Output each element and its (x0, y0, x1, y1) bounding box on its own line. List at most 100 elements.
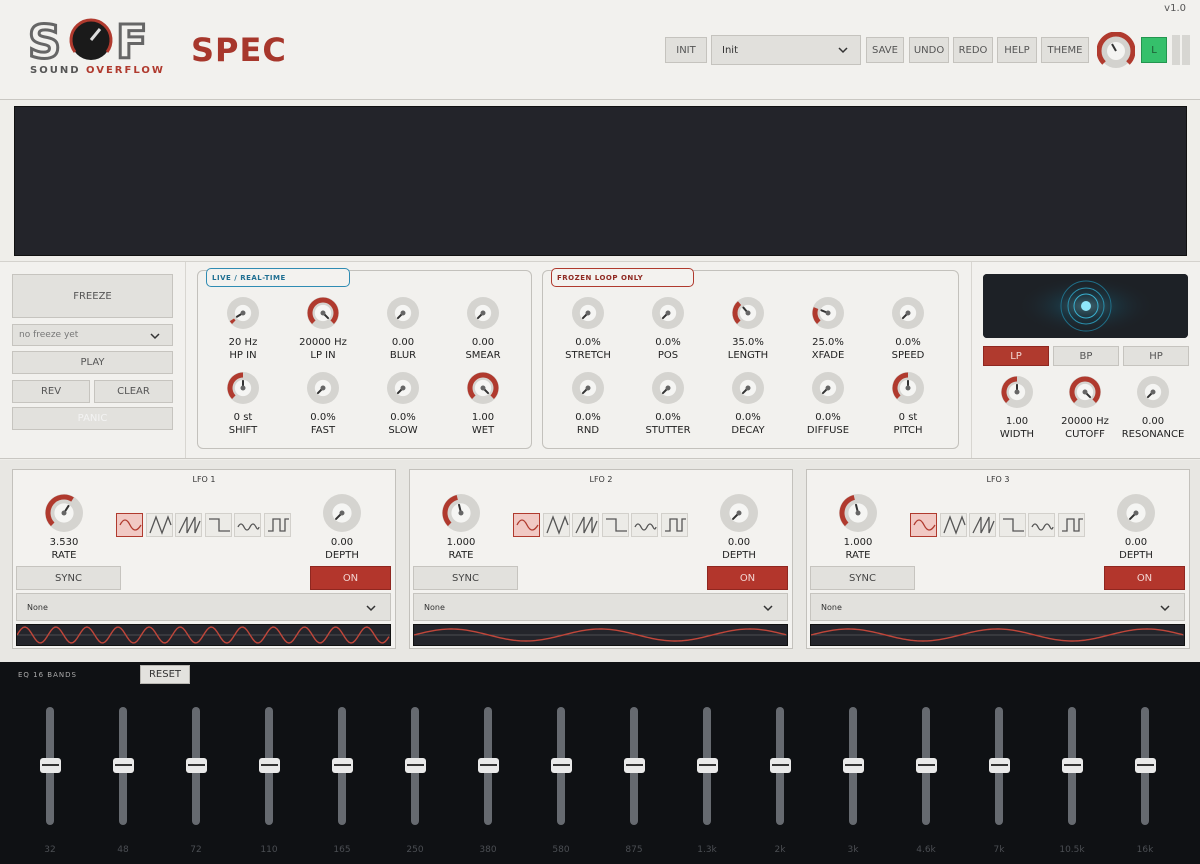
lfo-wave-button[interactable] (263, 513, 291, 537)
panic-button[interactable]: PANIC (12, 407, 173, 430)
lfo-target-select[interactable]: None (810, 593, 1185, 621)
lfo-wave-button[interactable] (175, 513, 202, 537)
level-meter-left (1172, 35, 1180, 65)
stutter-knob[interactable] (651, 371, 685, 405)
resonance-knob[interactable] (1136, 375, 1170, 409)
lfo-wave-button[interactable] (234, 513, 261, 537)
diffuse-knob[interactable] (811, 371, 845, 405)
lfo-on-button[interactable]: ON (707, 566, 788, 590)
eq-band-label: 3k (847, 845, 859, 855)
eq-slider-thumb[interactable] (404, 758, 426, 773)
l-toggle-button[interactable]: L (1141, 37, 1167, 63)
eq-slider-thumb[interactable] (1134, 758, 1156, 773)
filter-mode-bp[interactable]: BP (1053, 346, 1119, 366)
length-knob[interactable] (731, 296, 765, 330)
eq-slider-thumb[interactable] (988, 758, 1010, 773)
freeze-select[interactable]: no freeze yet (12, 324, 173, 346)
rnd-knob[interactable] (571, 371, 605, 405)
save-button[interactable]: SAVE (866, 37, 904, 63)
lfo-wave-button[interactable] (513, 513, 540, 537)
eq-slider-thumb[interactable] (623, 758, 645, 773)
lfo-wave-button[interactable] (998, 513, 1026, 537)
eq-slider-thumb[interactable] (331, 758, 353, 773)
filter-mode-lp[interactable]: LP (983, 346, 1049, 366)
triangle-wave-icon (545, 515, 569, 535)
pos-knob[interactable] (651, 296, 685, 330)
width-knob[interactable] (1000, 375, 1034, 409)
slow-knob[interactable] (386, 371, 420, 405)
eq-slider-thumb[interactable] (185, 758, 207, 773)
lfo-wave-button[interactable] (1028, 513, 1055, 537)
filter-mode-hp[interactable]: HP (1123, 346, 1189, 366)
lfo-wave-button[interactable] (572, 513, 599, 537)
lfo-depth-knob[interactable] (1116, 493, 1156, 533)
lfo-waveform-display (16, 624, 391, 646)
lfo-wave-button[interactable] (204, 513, 232, 537)
init-button[interactable]: INIT (665, 37, 707, 63)
shift-knob[interactable] (226, 371, 260, 405)
help-button[interactable]: HELP (997, 37, 1037, 63)
eq-slider-thumb[interactable] (769, 758, 791, 773)
eq-slider-thumb[interactable] (696, 758, 718, 773)
eq-slider-thumb[interactable] (258, 758, 280, 773)
length-control: 35.0% LENGTH (708, 296, 788, 363)
lfo-sync-button[interactable]: SYNC (16, 566, 121, 590)
cutoff-knob[interactable] (1068, 375, 1102, 409)
lfo-wave-button[interactable] (145, 513, 173, 537)
blur-knob[interactable] (386, 296, 420, 330)
eq-slider-thumb[interactable] (842, 758, 864, 773)
speed-knob[interactable] (891, 296, 925, 330)
eq-slider-thumb[interactable] (1061, 758, 1083, 773)
play-button[interactable]: PLAY (12, 351, 173, 374)
lfo-on-button[interactable]: ON (310, 566, 391, 590)
lfo-depth-knob[interactable] (322, 493, 362, 533)
lfo-wave-button[interactable] (910, 513, 937, 537)
pitch-knob[interactable] (891, 371, 925, 405)
wet-knob[interactable] (466, 371, 500, 405)
lfo-wave-button[interactable] (116, 513, 143, 537)
xfade-knob[interactable] (811, 296, 845, 330)
eq-slider-thumb[interactable] (477, 758, 499, 773)
lfo-rate-knob[interactable] (441, 493, 481, 533)
lfo-wave-button[interactable] (969, 513, 996, 537)
eq-slider-thumb[interactable] (550, 758, 572, 773)
lfo-sync-button[interactable]: SYNC (810, 566, 915, 590)
lfo-rate-knob[interactable] (838, 493, 878, 533)
lfo-target-select[interactable]: None (16, 593, 391, 621)
theme-button[interactable]: THEME (1041, 37, 1089, 63)
eq-slider-thumb[interactable] (112, 758, 134, 773)
lfo-sync-button[interactable]: SYNC (413, 566, 518, 590)
slow-control: 0.0% SLOW (363, 371, 443, 438)
eq-reset-button[interactable]: RESET (140, 665, 190, 684)
eq-slider-thumb[interactable] (915, 758, 937, 773)
decay-knob[interactable] (731, 371, 765, 405)
shift-control: 0 st SHIFT (203, 371, 283, 438)
lfo-on-button[interactable]: ON (1104, 566, 1185, 590)
output-gain-knob[interactable] (1097, 32, 1135, 70)
chevron-down-icon (1160, 605, 1170, 612)
lfo-target-select[interactable]: None (413, 593, 788, 621)
lfo-wave-button[interactable] (939, 513, 967, 537)
lfo-depth-knob[interactable] (719, 493, 759, 533)
redo-button[interactable]: REDO (953, 37, 993, 63)
lfo-waveform-icon (413, 628, 787, 642)
lfo-wave-button[interactable] (1057, 513, 1085, 537)
freeze-button[interactable]: FREEZE (12, 274, 173, 318)
fast-knob[interactable] (306, 371, 340, 405)
rev-button[interactable]: REV (12, 380, 90, 403)
smear-knob[interactable] (466, 296, 500, 330)
clear-button[interactable]: CLEAR (94, 380, 173, 403)
hp-in-knob[interactable] (226, 296, 260, 330)
lfo-wave-button[interactable] (601, 513, 629, 537)
lfo-wave-button[interactable] (660, 513, 688, 537)
eq-slider-thumb[interactable] (39, 758, 61, 773)
lfo-wave-button[interactable] (542, 513, 570, 537)
preset-select[interactable]: Init (711, 35, 861, 65)
eq-band-label: 4.6k (916, 845, 936, 855)
lfo-wave-button[interactable] (631, 513, 658, 537)
undo-button[interactable]: UNDO (909, 37, 949, 63)
lfo-rate-knob[interactable] (44, 493, 84, 533)
hp-in-control: 20 Hz HP IN (203, 296, 283, 363)
lp-in-knob[interactable] (306, 296, 340, 330)
stretch-knob[interactable] (571, 296, 605, 330)
